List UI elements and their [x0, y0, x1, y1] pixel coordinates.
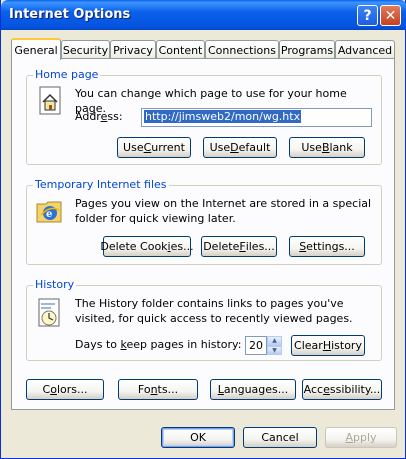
settings-button[interactable]: Settings... [289, 236, 365, 257]
clear-history-button[interactable]: Clear History [291, 335, 365, 356]
delete-cookies-button[interactable]: Delete Cook i es... [100, 236, 194, 257]
close-icon: ✕ [384, 7, 397, 24]
tab-general[interactable]: General [11, 38, 61, 60]
use-default-button[interactable]: Use Default [203, 137, 277, 158]
ok-button[interactable]: OK [161, 427, 235, 448]
days-label: Days to keep pages in history: [75, 338, 242, 351]
languages-button[interactable]: Languages... [210, 379, 296, 400]
temporary-files-icon: e [36, 201, 62, 223]
home-page-group-title: Home page [33, 68, 101, 81]
tab-advanced[interactable]: Advanced [335, 40, 395, 59]
fonts-button[interactable]: Fo n ts... [118, 379, 198, 400]
internet-options-window: Internet Options ? ✕ General Security Pr… [0, 0, 406, 459]
colors-button[interactable]: Co lors... [26, 379, 104, 400]
tab-programs[interactable]: Programs [279, 40, 335, 59]
tab-content[interactable]: Content [156, 40, 205, 59]
temporary-files-group-title: Temporary Internet files [33, 178, 169, 191]
temporary-files-description: Pages you view on the Internet are store… [75, 197, 372, 225]
history-description: The History folder contains links to pag… [75, 297, 353, 325]
spin-down-icon[interactable]: ▼ [267, 345, 282, 355]
help-icon: ? [363, 7, 372, 24]
tab-security[interactable]: Security [61, 40, 110, 59]
history-icon [38, 298, 60, 327]
use-blank-button[interactable]: Use Blank [289, 137, 365, 158]
general-tab-panel: Home page You can change which page to u… [11, 58, 395, 410]
tab-privacy[interactable]: Privacy [110, 40, 156, 59]
use-current-button[interactable]: Use Current [117, 137, 191, 158]
address-field[interactable]: http://jimsweb2/mon/wg.htx [141, 108, 372, 127]
history-group-title: History [33, 278, 77, 291]
cancel-button[interactable]: Cancel [243, 427, 317, 448]
spin-up-icon[interactable]: ▲ [267, 336, 282, 346]
title-bar[interactable]: Internet Options ? ✕ [1, 0, 406, 30]
temporary-files-group: Temporary Internet files e Pages you vie… [26, 178, 382, 265]
close-button[interactable]: ✕ [380, 5, 401, 26]
delete-files-button[interactable]: Delete Files... [201, 236, 277, 257]
history-group: History The History folder contains link… [26, 278, 382, 361]
accessibility-button[interactable]: Acc e ssibility... [302, 379, 382, 400]
help-button[interactable]: ? [357, 5, 378, 26]
address-label: Address: [75, 110, 123, 123]
days-spinner[interactable]: ▲ ▼ [267, 336, 282, 355]
window-title: Internet Options [9, 7, 131, 22]
home-page-group: Home page You can change which page to u… [26, 68, 382, 165]
home-page-icon [39, 86, 61, 115]
tab-connections[interactable]: Connections [205, 40, 279, 59]
days-input[interactable]: 20 [245, 336, 267, 355]
apply-button[interactable]: Apply [325, 427, 397, 448]
